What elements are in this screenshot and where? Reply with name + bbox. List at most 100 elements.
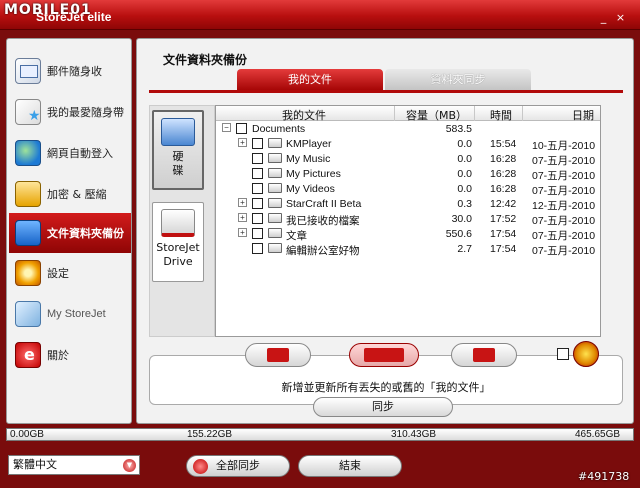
title-bar: MOBILE01 StoreJet elite _ × (0, 0, 640, 30)
storejet-icon (15, 301, 41, 327)
file-list[interactable]: 我的文件 容量（MB） 時間 日期 − Documents 583.5 + KMPlay… (215, 105, 601, 337)
auto-sync-checkbox[interactable] (557, 348, 569, 360)
cell-date: 07-五月-2010 (532, 155, 596, 167)
settings-icon (15, 260, 41, 286)
row-checkbox[interactable] (252, 183, 263, 194)
copy-to-drive-button[interactable] (451, 343, 517, 367)
watermark: #491738 (578, 470, 630, 483)
sync-button[interactable]: 同步 (313, 397, 453, 417)
folder-icon (268, 168, 282, 178)
folder-icon (268, 228, 282, 238)
device-label: 硬 碟 (172, 150, 184, 177)
folder-icon (268, 243, 282, 253)
table-row[interactable]: My Videos 0.0 16:28 07-五月-2010 (216, 182, 600, 197)
hard-disk-button[interactable]: 硬 碟 (152, 110, 204, 190)
sidebar-item-label: 網頁自動登入 (47, 147, 113, 160)
table-row[interactable]: + 我已接收的檔案 30.0 17:52 07-五月-2010 (216, 212, 600, 227)
table-row[interactable]: My Music 0.0 16:28 07-五月-2010 (216, 152, 600, 167)
cell-time: 17:52 (490, 213, 517, 225)
tab-folder-sync[interactable]: 資料夾同步 (385, 69, 531, 90)
expander-icon[interactable]: + (238, 138, 247, 147)
capacity-label: 465.65GB (575, 429, 621, 440)
cell-name: KMPlayer (286, 138, 332, 150)
sidebar-item-label: 文件資料夾備份 (47, 227, 124, 240)
computer-icon (161, 118, 195, 146)
cell-size: 0.3 (457, 198, 472, 210)
about-icon (15, 342, 41, 368)
tab-my-documents[interactable]: 我的文件 (237, 69, 383, 90)
expander-icon[interactable]: + (238, 198, 247, 207)
row-checkbox[interactable] (252, 153, 263, 164)
device-panel: 硬 碟 StoreJet Drive (149, 105, 215, 337)
cell-size: 0.0 (457, 168, 472, 180)
storejet-drive-button[interactable]: StoreJet Drive (152, 202, 204, 282)
expander-icon[interactable]: − (222, 123, 231, 132)
page-title: 文件資料夾備份 (163, 53, 248, 67)
two-way-sync-button[interactable] (349, 343, 419, 367)
folder-icon (268, 213, 282, 223)
sidebar-item-favorites[interactable]: 我的最愛隨身帶 (9, 92, 131, 132)
column-name[interactable]: 我的文件 (282, 107, 326, 123)
cell-time: 17:54 (490, 243, 517, 255)
cell-size: 2.7 (457, 243, 472, 255)
minimize-button[interactable]: _ (597, 12, 610, 25)
row-checkbox[interactable] (252, 168, 263, 179)
sync-hint-text: 新增並更新所有丟失的或舊的「我的文件」 (281, 381, 491, 394)
table-row[interactable]: + KMPlayer 0.0 15:54 10-五月-2010 (216, 137, 600, 152)
folder-icon (268, 183, 282, 193)
language-value: 繁體中文 (13, 458, 57, 471)
cell-date: 07-五月-2010 (532, 245, 596, 257)
table-row[interactable]: My Pictures 0.0 16:28 07-五月-2010 (216, 167, 600, 182)
capacity-label: 310.43GB (391, 429, 437, 440)
expander-icon[interactable]: + (238, 228, 247, 237)
row-checkbox[interactable] (252, 138, 263, 149)
row-checkbox[interactable] (252, 243, 263, 254)
column-size[interactable]: 容量（MB） (406, 107, 467, 123)
table-row[interactable]: + 文章 550.6 17:54 07-五月-2010 (216, 227, 600, 242)
sidebar-item-my-storejet[interactable]: My StoreJet (9, 294, 131, 334)
column-time[interactable]: 時間 (490, 107, 512, 123)
table-row[interactable]: 編輯辦公室好物 2.7 17:54 07-五月-2010 (216, 242, 600, 257)
sidebar-item-settings[interactable]: 設定 (9, 253, 131, 293)
tab-underline (149, 90, 623, 93)
cell-time: 16:28 (490, 183, 517, 195)
cell-time: 17:54 (490, 228, 517, 240)
capacity-bar: 0.00GB 155.22GB 310.43GB 465.65GB (6, 428, 634, 441)
expander-icon[interactable]: + (238, 213, 247, 222)
language-select[interactable]: 繁體中文 ▼ (8, 455, 140, 475)
mail-icon (15, 58, 41, 84)
cell-date: 07-五月-2010 (532, 185, 596, 197)
sidebar-item-encrypt[interactable]: 加密 & 壓縮 (9, 174, 131, 214)
cell-date: 10-五月-2010 (532, 140, 596, 152)
column-separator (522, 106, 523, 121)
row-checkbox[interactable] (252, 198, 263, 209)
encrypt-icon (15, 181, 41, 207)
chevron-down-icon: ▼ (123, 459, 136, 472)
row-checkbox[interactable] (252, 213, 263, 224)
cell-size: 0.0 (457, 183, 472, 195)
row-checkbox[interactable] (236, 123, 247, 134)
sidebar-item-web-login[interactable]: 網頁自動登入 (9, 133, 131, 173)
arrow-both-icon (364, 348, 404, 362)
folder-backup-icon (15, 220, 41, 246)
cell-name: StarCraft II Beta (286, 198, 362, 210)
file-list-header: 我的文件 容量（MB） 時間 日期 (216, 106, 600, 123)
exit-button[interactable]: 結束 (298, 455, 402, 477)
column-date[interactable]: 日期 (572, 107, 594, 123)
sidebar-item-label: 設定 (47, 267, 69, 280)
row-checkbox[interactable] (252, 228, 263, 239)
table-row[interactable]: + StarCraft II Beta 0.3 12:42 12-五月-2010 (216, 197, 600, 212)
cell-size: 550.6 (445, 228, 472, 240)
column-separator (394, 106, 395, 121)
close-button[interactable]: × (614, 12, 627, 25)
sync-all-button[interactable]: 全部同步 (186, 455, 290, 477)
table-row[interactable]: − Documents 583.5 (216, 122, 600, 137)
cell-name: My Music (286, 153, 331, 165)
cell-name: 編輯辦公室好物 (286, 245, 360, 257)
sidebar-item-about[interactable]: 關於 (9, 335, 131, 375)
copy-to-pc-button[interactable] (245, 343, 311, 367)
cell-size: 0.0 (457, 153, 472, 165)
sidebar-item-label: 郵件隨身收 (47, 65, 102, 78)
sidebar-item-folder-backup[interactable]: 文件資料夾備份 (9, 213, 131, 253)
sidebar-item-mail[interactable]: 郵件隨身收 (9, 51, 131, 91)
